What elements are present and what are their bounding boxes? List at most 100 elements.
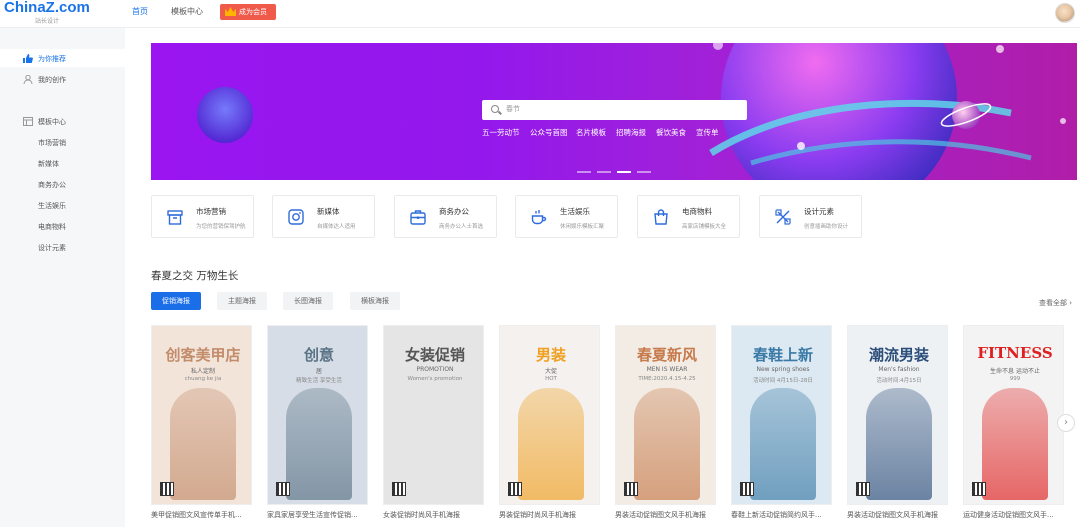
poster-title[interactable]: 春鞋上新活动促销简约风手... <box>731 510 839 520</box>
poster-title[interactable]: 女装促销时尚风手机海报 <box>383 510 491 520</box>
poster-card[interactable]: 男装 大促 HOT <box>499 325 600 505</box>
category-title: 电商物料 <box>682 207 712 216</box>
poster-photo <box>402 388 468 500</box>
poster-headline: 男装 <box>535 346 566 364</box>
hot-term[interactable]: 公众号首图 <box>530 127 568 138</box>
poster-line: PROMOTION <box>416 366 454 373</box>
logo-subtitle: 站长设计 <box>35 18 60 25</box>
hot-term[interactable]: 名片模板 <box>576 127 606 138</box>
tab-long-posters[interactable]: 长图海报 <box>283 292 333 310</box>
poster-card[interactable]: FITNESS 生命不息 运动不止 999 <box>963 325 1064 505</box>
poster-photo <box>866 388 932 500</box>
logo[interactable]: ChinaZ.com 站长设计 <box>4 0 104 28</box>
hot-term[interactable]: 招聘海报 <box>616 127 646 138</box>
poster-title[interactable]: 男装活动促销图文风手机海报 <box>847 510 955 520</box>
category-design-elements[interactable]: 设计元素 创意插画助你设计 <box>759 195 862 238</box>
tab-theme-posters[interactable]: 主题海报 <box>217 292 267 310</box>
poster-card[interactable]: 春夏新风 MEN IS WEAR TIME:2020.4.15-4.25 <box>615 325 716 505</box>
poster-line: 活动时间:4月15日 <box>876 378 922 384</box>
poster-photo <box>286 388 352 500</box>
poster-photo <box>750 388 816 500</box>
sidebar-subitem-marketing[interactable]: 市场营销 <box>38 138 66 148</box>
category-title: 商务办公 <box>439 207 469 216</box>
poster-headline: FITNESS <box>977 344 1053 362</box>
poster-card[interactable]: 创客美甲店 私人定制 chuang ke jia <box>151 325 252 505</box>
poster-line: Women's promotion <box>407 376 463 382</box>
thumbs-up-icon <box>23 54 33 63</box>
search-icon <box>491 105 499 113</box>
sidebar-subitem-lifestyle[interactable]: 生活娱乐 <box>38 201 66 211</box>
see-all-link[interactable]: 查看全部 › <box>1039 298 1072 308</box>
user-icon <box>23 75 33 84</box>
search-placeholder: 春节 <box>506 105 520 113</box>
category-marketing[interactable]: 市场营销 为您的营销保驾护航 <box>151 195 254 238</box>
become-vip-button[interactable]: 成为会员 <box>220 4 276 20</box>
sidebar-item-template-center[interactable]: 模板中心 <box>38 117 66 127</box>
poster-photo <box>982 388 1048 500</box>
qr-code-icon <box>972 482 986 496</box>
category-business[interactable]: 商务办公 商务办公人士首选 <box>394 195 497 238</box>
hot-term[interactable]: 餐饮美食 <box>656 127 686 138</box>
avatar[interactable] <box>1055 3 1075 23</box>
top-bar: ChinaZ.com 站长设计 首页 模板中心 成为会员 <box>0 0 1080 28</box>
carousel-dot-active[interactable] <box>617 171 631 173</box>
poster-headline: 女装促销 <box>404 346 465 364</box>
tab-promotion-posters[interactable]: 促销海报 <box>151 292 201 310</box>
poster-title[interactable]: 美甲促销图文风宣传单手机... <box>151 510 259 520</box>
carousel-dot[interactable] <box>597 171 611 173</box>
sidebar-subitem-new-media[interactable]: 新媒体 <box>38 159 59 169</box>
shopping-bag-icon <box>654 209 668 225</box>
poster-title[interactable]: 男装促销时尚风手机海报 <box>499 510 607 520</box>
poster-title[interactable]: 家具家居享受生活宣传促销... <box>267 510 375 520</box>
sidebar-item-my-creations[interactable]: 我的创作 <box>38 75 66 85</box>
poster-title[interactable]: 运动健身活动促销图文风手... <box>963 510 1071 520</box>
sidebar-subitem-design-elements[interactable]: 设计元素 <box>38 243 66 253</box>
carousel-dot[interactable] <box>577 171 591 173</box>
poster-line: 999 <box>1009 376 1021 382</box>
nav-template-center[interactable]: 模板中心 <box>171 6 203 17</box>
qr-code-icon <box>624 482 638 496</box>
category-subtitle: 创意插画助你设计 <box>804 224 849 230</box>
poster-photo <box>518 388 584 500</box>
poster-card[interactable]: 女装促销 PROMOTION Women's promotion <box>383 325 484 505</box>
sidebar-subitem-business[interactable]: 商务办公 <box>38 180 66 190</box>
poster-line: 居 <box>315 368 322 375</box>
hot-term[interactable]: 五一劳动节 <box>482 127 520 138</box>
poster-line: Men's fashion <box>878 366 920 373</box>
poster-line: 大促 <box>544 368 557 375</box>
hot-term[interactable]: 宣传单 <box>696 127 719 138</box>
poster-title[interactable]: 男装活动促销图文风手机海报 <box>615 510 723 520</box>
category-new-media[interactable]: 新媒体 自媒体达人适用 <box>272 195 375 238</box>
poster-line: 精致生活 享受生活 <box>296 378 342 384</box>
coffee-icon <box>531 210 547 225</box>
poster-headline: 春夏新风 <box>636 346 697 364</box>
nav-home[interactable]: 首页 <box>132 6 148 17</box>
category-subtitle: 休闲娱乐模板汇聚 <box>560 224 605 230</box>
qr-code-icon <box>508 482 522 496</box>
sidebar-subitem-ecommerce[interactable]: 电商物料 <box>38 222 66 232</box>
category-lifestyle[interactable]: 生活娱乐 休闲娱乐模板汇聚 <box>515 195 618 238</box>
next-arrow-button[interactable]: › <box>1057 414 1075 432</box>
poster-line: 生命不息 运动不止 <box>990 368 1040 375</box>
tab-landscape-posters[interactable]: 横板海报 <box>350 292 400 310</box>
poster-card[interactable]: 创意居精致生活 享受生活 <box>267 325 368 505</box>
category-ecommerce[interactable]: 电商物料 高家店铺模板大全 <box>637 195 740 238</box>
poster-card[interactable]: 春鞋上新 New spring shoes 活动时间 4月15日-28日 <box>731 325 832 505</box>
poster-line: 私人定制 <box>190 368 215 375</box>
category-subtitle: 商务办公人士首选 <box>439 224 484 230</box>
carousel-dot[interactable] <box>637 171 651 173</box>
sidebar-item-recommended[interactable]: 为你推荐 <box>38 54 66 64</box>
template-icon <box>23 117 33 126</box>
poster-line: chuang ke jia <box>184 376 222 382</box>
qr-code-icon <box>276 482 290 496</box>
category-subtitle: 自媒体达人适用 <box>317 224 356 230</box>
poster-line: 活动时间 4月15日-28日 <box>753 378 813 384</box>
category-title: 生活娱乐 <box>560 207 590 216</box>
poster-line: MEN IS WEAR <box>646 366 688 373</box>
box-icon <box>167 210 183 225</box>
search-input[interactable]: 春节 <box>482 100 747 120</box>
poster-card[interactable]: 潮流男装 Men's fashion 活动时间:4月15日 <box>847 325 948 505</box>
sidebar <box>0 28 125 527</box>
category-title: 设计元素 <box>804 207 834 216</box>
category-subtitle: 为您的营销保驾护航 <box>196 224 246 230</box>
